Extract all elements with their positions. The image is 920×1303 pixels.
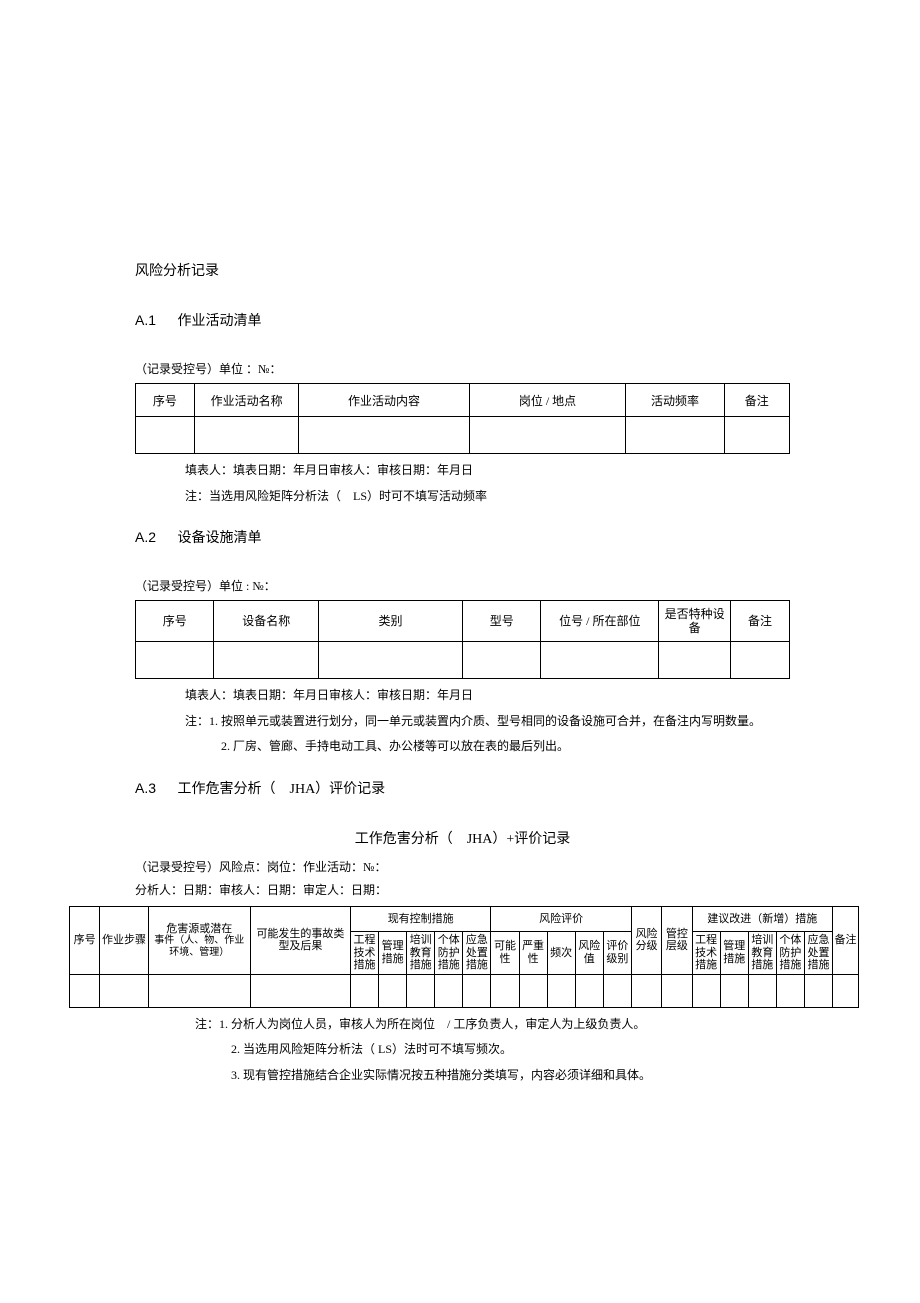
- a1-footer2: 注：当选用风险矩阵分析法（ LS）时可不填写活动频率: [185, 486, 790, 508]
- a1-h-seq: 序号: [136, 384, 195, 417]
- a3-h-poss: 可能性: [491, 931, 519, 974]
- a3-h-s-ppe: 个体防护措施: [776, 931, 804, 974]
- a3-h-eng: 工程技术措施: [350, 931, 378, 974]
- a1-footer1: 填表人：填表日期：年月日审核人：审核日期：年月日: [185, 460, 790, 482]
- a3-num: A.3: [135, 780, 156, 796]
- a3-note1: 注：1. 分析人为岗位人员，审核人为所在岗位 / 工序负责人，审定人为上级负责人…: [195, 1014, 790, 1036]
- a2-num: A.2: [135, 529, 156, 545]
- a3-h-hazard: 危害源或潜在 事件（人、物、作业环境、管理）: [148, 906, 250, 974]
- a3-h-risklvl: 风险分级: [631, 906, 661, 974]
- a3-text: 工作危害分析（ JHA）评价记录: [178, 782, 386, 797]
- a3-h-existing: 现有控制措施: [350, 906, 490, 931]
- a2-note1: 注：1. 按照单元或装置进行划分，同一单元或装置内介质、型号相同的设备设施可合并…: [185, 711, 790, 733]
- main-title: 风险分析记录: [135, 260, 790, 280]
- a3-center-title: 工作危害分析（ JHA）+评价记录: [135, 828, 790, 848]
- a2-text: 设备设施清单: [178, 531, 262, 546]
- a2-h-loc: 位号 / 所在部位: [541, 601, 659, 642]
- a2-notes: 填表人：填表日期：年月日审核人：审核日期：年月日 注：1. 按照单元或装置进行划…: [135, 685, 790, 758]
- a1-data-row: [136, 417, 790, 454]
- a1-h-name: 作业活动名称: [194, 384, 299, 417]
- a3-h-eval: 风险评价: [491, 906, 631, 931]
- a2-h-seq: 序号: [136, 601, 214, 642]
- a1-header-row: 序号 作业活动名称 作业活动内容 岗位 / 地点 活动频率 备注: [136, 384, 790, 417]
- a3-h-step: 作业步骤: [100, 906, 148, 974]
- a3-data-row: [70, 974, 859, 1007]
- a3-h-s-mgmt: 管理措施: [720, 931, 748, 974]
- a2-heading: A.2 设备设施清单: [135, 527, 790, 547]
- a3-h-seq: 序号: [70, 906, 100, 974]
- a3-h-mgmt: 管理措施: [379, 931, 407, 974]
- a3-h-accident: 可能发生的事故类型及后果: [250, 906, 350, 974]
- a1-h-content: 作业活动内容: [299, 384, 469, 417]
- a3-h-remark: 备注: [833, 906, 859, 974]
- a1-notes: 填表人：填表日期：年月日审核人：审核日期：年月日 注：当选用风险矩阵分析法（ L…: [135, 460, 790, 507]
- a3-header-row1: 序号 作业步骤 危害源或潜在 事件（人、物、作业环境、管理） 可能发生的事故类型…: [70, 906, 859, 931]
- a2-table: 序号 设备名称 类别 型号 位号 / 所在部位 是否特种设备 备注: [135, 600, 790, 679]
- a1-num: A.1: [135, 312, 156, 328]
- a3-h-s-emerg: 应急处置措施: [804, 931, 832, 974]
- a3-h-s-eng: 工程技术措施: [692, 931, 720, 974]
- a3-h-riskval: 风险值: [575, 931, 603, 974]
- a1-h-freq: 活动频率: [626, 384, 724, 417]
- a2-h-special: 是否特种设备: [659, 601, 731, 642]
- a1-h-remark: 备注: [724, 384, 789, 417]
- a3-heading: A.3 工作危害分析（ JHA）评价记录: [135, 778, 790, 798]
- a3-note2: 2. 当选用风险矩阵分析法（ LS）法时可不填写频次。: [195, 1039, 790, 1061]
- a2-data-row: [136, 642, 790, 679]
- a1-record-line: （记录受控号）单位 ：№：: [135, 360, 790, 377]
- a3-h-ctrllvl: 管控层级: [662, 906, 692, 974]
- a3-h-s-train: 培训教育措施: [748, 931, 776, 974]
- a3-h-emerg: 应急处置措施: [463, 931, 491, 974]
- a3-h-evallvl: 评价级别: [603, 931, 631, 974]
- a3-note3: 3. 现有管控措施结合企业实际情况按五种措施分类填写，内容必须详细和具体。: [195, 1065, 790, 1087]
- a2-footer1: 填表人：填表日期：年月日审核人：审核日期：年月日: [185, 685, 790, 707]
- a3-notes: 注：1. 分析人为岗位人员，审核人为所在岗位 / 工序负责人，审定人为上级负责人…: [135, 1014, 790, 1087]
- a3-h-freq: 频次: [547, 931, 575, 974]
- a3-analyst-line: 分析人：日期：审核人：日期：审定人：日期：: [135, 881, 790, 898]
- a2-record-line: （记录受控号）单位 : №：: [135, 577, 790, 594]
- a3-table: 序号 作业步骤 危害源或潜在 事件（人、物、作业环境、管理） 可能发生的事故类型…: [69, 906, 859, 1008]
- a1-heading: A.1 作业活动清单: [135, 310, 790, 330]
- document-page: 风险分析记录 A.1 作业活动清单 （记录受控号）单位 ：№： 序号 作业活动名…: [0, 0, 920, 1197]
- a2-h-remark: 备注: [731, 601, 790, 642]
- a2-note2: 2. 厂房、管廊、手持电动工具、办公楼等可以放在表的最后列出。: [185, 736, 790, 758]
- a3-h-train: 培训教育措施: [407, 931, 435, 974]
- a3-h-suggest: 建议改进（新增）措施: [692, 906, 832, 931]
- a3-h-ppe: 个体防护措施: [435, 931, 463, 974]
- a2-header-row: 序号 设备名称 类别 型号 位号 / 所在部位 是否特种设备 备注: [136, 601, 790, 642]
- a1-table: 序号 作业活动名称 作业活动内容 岗位 / 地点 活动频率 备注: [135, 383, 790, 454]
- a1-h-post: 岗位 / 地点: [469, 384, 626, 417]
- a3-record-line: （记录受控号）风险点：岗位：作业活动：№：: [135, 858, 790, 875]
- a2-h-model: 型号: [462, 601, 540, 642]
- a1-text: 作业活动清单: [178, 314, 262, 329]
- a3-h-sev: 严重性: [519, 931, 547, 974]
- a2-h-type: 类别: [319, 601, 463, 642]
- a2-h-name: 设备名称: [214, 601, 319, 642]
